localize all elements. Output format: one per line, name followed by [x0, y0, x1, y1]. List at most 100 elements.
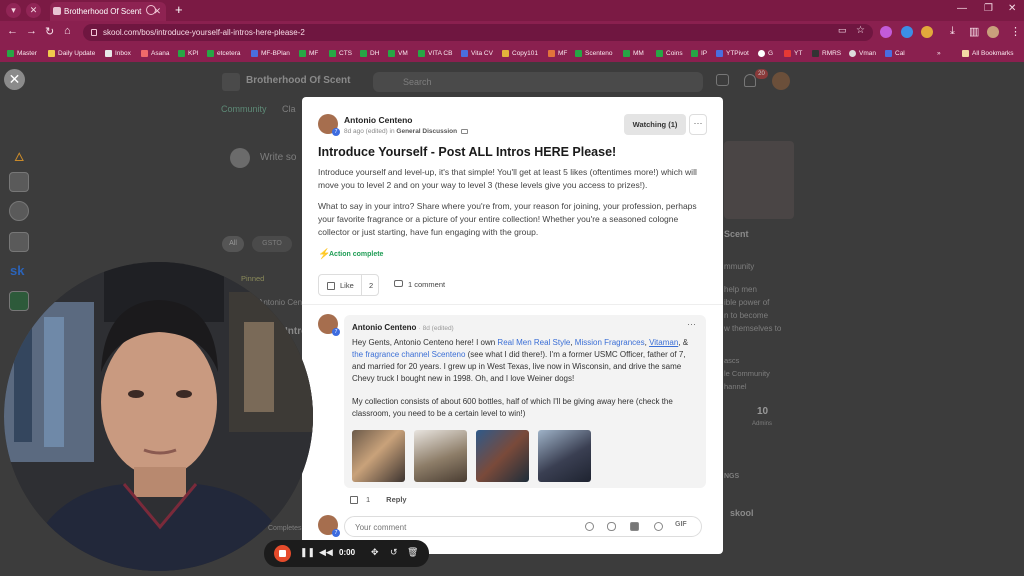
bookmark-item[interactable]: MF-BPlan [251, 48, 290, 59]
bookmark-item[interactable]: Vita CV [461, 48, 493, 59]
bookmark-item[interactable]: G [758, 48, 773, 59]
bookmark-item[interactable]: DH [360, 48, 379, 59]
all-bookmarks[interactable]: All Bookmarks [962, 48, 1014, 59]
video-icon[interactable] [630, 522, 639, 531]
webcam-bubble[interactable] [4, 262, 313, 571]
rewind-icon[interactable]: ◀◀ [319, 547, 333, 558]
commenter-avatar[interactable]: 7 [318, 314, 340, 336]
bookmark-item[interactable]: Scenteno [575, 48, 612, 59]
gif-button[interactable]: GIF [675, 521, 687, 528]
nav-classroom[interactable]: Cla [282, 104, 296, 114]
filter-all[interactable]: All [222, 236, 244, 252]
bookmark-item[interactable]: IP [691, 48, 707, 59]
like-count[interactable]: 2 [369, 281, 373, 290]
comment-composer[interactable]: GIF [344, 516, 702, 537]
link-scenteno[interactable]: the fragrance channel Scenteno [352, 350, 465, 359]
stop-recording-button[interactable] [274, 545, 291, 562]
bookmark-item[interactable]: MF [299, 48, 318, 59]
bookmark-item[interactable]: Master [7, 48, 37, 59]
bookmark-item[interactable]: Inbox [105, 48, 131, 59]
composer-placeholder[interactable]: Write so [260, 152, 297, 163]
side-link[interactable]: hannel [724, 382, 747, 391]
bookmark-item[interactable]: YTPivot [716, 48, 749, 59]
bookmark-item[interactable]: Daily Update [48, 48, 95, 59]
extension-icon[interactable] [901, 26, 913, 38]
minimize-icon[interactable]: — [957, 3, 967, 14]
maximize-icon[interactable]: ❐ [984, 3, 993, 14]
like-button[interactable]: Like 2 [318, 274, 379, 296]
browser-menu-icon[interactable]: ⋮ [1010, 25, 1021, 38]
tab-close-icon[interactable]: ✕ [26, 3, 41, 18]
reload-icon[interactable]: ↻ [45, 25, 54, 38]
window-close-icon[interactable]: ✕ [1008, 3, 1016, 14]
torch-icon[interactable]: 🜂 [14, 143, 25, 168]
draw-tool-icon[interactable]: ✥ [371, 547, 379, 558]
bookmark-item[interactable]: Coins [656, 48, 683, 59]
comment-image[interactable] [352, 430, 405, 482]
nav-community[interactable]: Community [221, 104, 267, 114]
post-category[interactable]: General Discussion [396, 128, 457, 135]
bookmark-item[interactable]: KPI [178, 48, 198, 59]
user-avatar[interactable] [772, 72, 790, 90]
comment-image[interactable] [538, 430, 591, 482]
community-shield-icon[interactable] [9, 232, 29, 252]
watching-button[interactable]: Watching (1) [624, 114, 686, 135]
bookmark-item[interactable]: CTS [329, 48, 352, 59]
new-tab-icon[interactable]: + [175, 2, 183, 17]
cm-community-icon[interactable] [9, 291, 29, 311]
delete-icon[interactable]: 🗑 [407, 547, 418, 558]
link-vitaman[interactable]: Vitaman [649, 338, 678, 347]
site-info-icon[interactable] [91, 29, 97, 36]
bookmark-item[interactable]: Vman [849, 48, 876, 59]
pause-icon[interactable]: ❚❚ [300, 547, 315, 558]
bookmark-item[interactable]: MF [548, 48, 567, 59]
profile-avatar[interactable] [987, 26, 999, 38]
filter-gsto[interactable]: GSTO [252, 236, 292, 252]
link-mission-fragrances[interactable]: Mission Fragrances [575, 338, 645, 347]
comment-image[interactable] [414, 430, 467, 482]
sk-logo-icon[interactable]: sk [10, 263, 24, 278]
bookmark-item[interactable]: VITA CB [418, 48, 452, 59]
comment-author[interactable]: Antonio Centeno [352, 323, 416, 332]
close-modal-icon[interactable]: ✕ [4, 69, 25, 90]
download-icon[interactable]: ⤓ [950, 25, 955, 38]
extension-icon[interactable] [921, 26, 933, 38]
link-icon[interactable] [607, 522, 616, 531]
search-input[interactable]: Search [373, 72, 703, 92]
comment-input[interactable] [353, 520, 573, 534]
bookmark-item[interactable]: MM [623, 48, 644, 59]
home-icon[interactable]: ⌂ [64, 25, 71, 37]
comment-count[interactable]: 1 comment [394, 280, 445, 289]
bookmarks-overflow-icon[interactable]: » [937, 48, 941, 59]
author-avatar[interactable]: 7 [318, 114, 340, 136]
tab-search-icon[interactable]: ▾ [6, 3, 21, 18]
notification-icon[interactable] [744, 74, 756, 87]
tab-favicon-icon[interactable] [146, 5, 156, 15]
bookmark-item[interactable]: RMRS [812, 48, 841, 59]
reply-button[interactable]: Reply [386, 495, 406, 504]
post-author[interactable]: Antonio Centeno [344, 115, 412, 125]
attach-icon[interactable] [585, 522, 594, 531]
bookmark-item[interactable]: YT [784, 48, 802, 59]
forward-icon[interactable]: → [26, 25, 37, 37]
side-link[interactable]: le Community [724, 369, 770, 378]
sidepanel-icon[interactable]: ▥ [969, 25, 979, 38]
post-more-button[interactable]: ··· [689, 114, 707, 135]
bookmark-item[interactable]: Copy101 [502, 48, 538, 59]
link-real-men-real-style[interactable]: Real Men Real Style [497, 338, 570, 347]
cast-icon[interactable]: ▭ [838, 25, 847, 36]
back-icon[interactable]: ← [7, 25, 18, 37]
community-badge-icon[interactable] [9, 201, 29, 221]
bookmark-star-icon[interactable]: ☆ [856, 25, 865, 36]
community-shield-icon[interactable] [9, 172, 29, 192]
chat-icon[interactable] [716, 74, 729, 86]
url-bar[interactable]: skool.com/bos/introduce-yourself-all-int… [83, 24, 873, 41]
restart-icon[interactable]: ↺ [390, 547, 398, 558]
bookmark-item[interactable]: etcetera [207, 48, 241, 59]
bookmark-item[interactable]: VM [388, 48, 408, 59]
extension-icon[interactable] [880, 26, 892, 38]
comment-image[interactable] [476, 430, 529, 482]
bookmark-item[interactable]: Asana [141, 48, 169, 59]
comment-more-button[interactable]: ··· [687, 319, 696, 329]
thumbs-up-icon[interactable] [350, 496, 358, 505]
